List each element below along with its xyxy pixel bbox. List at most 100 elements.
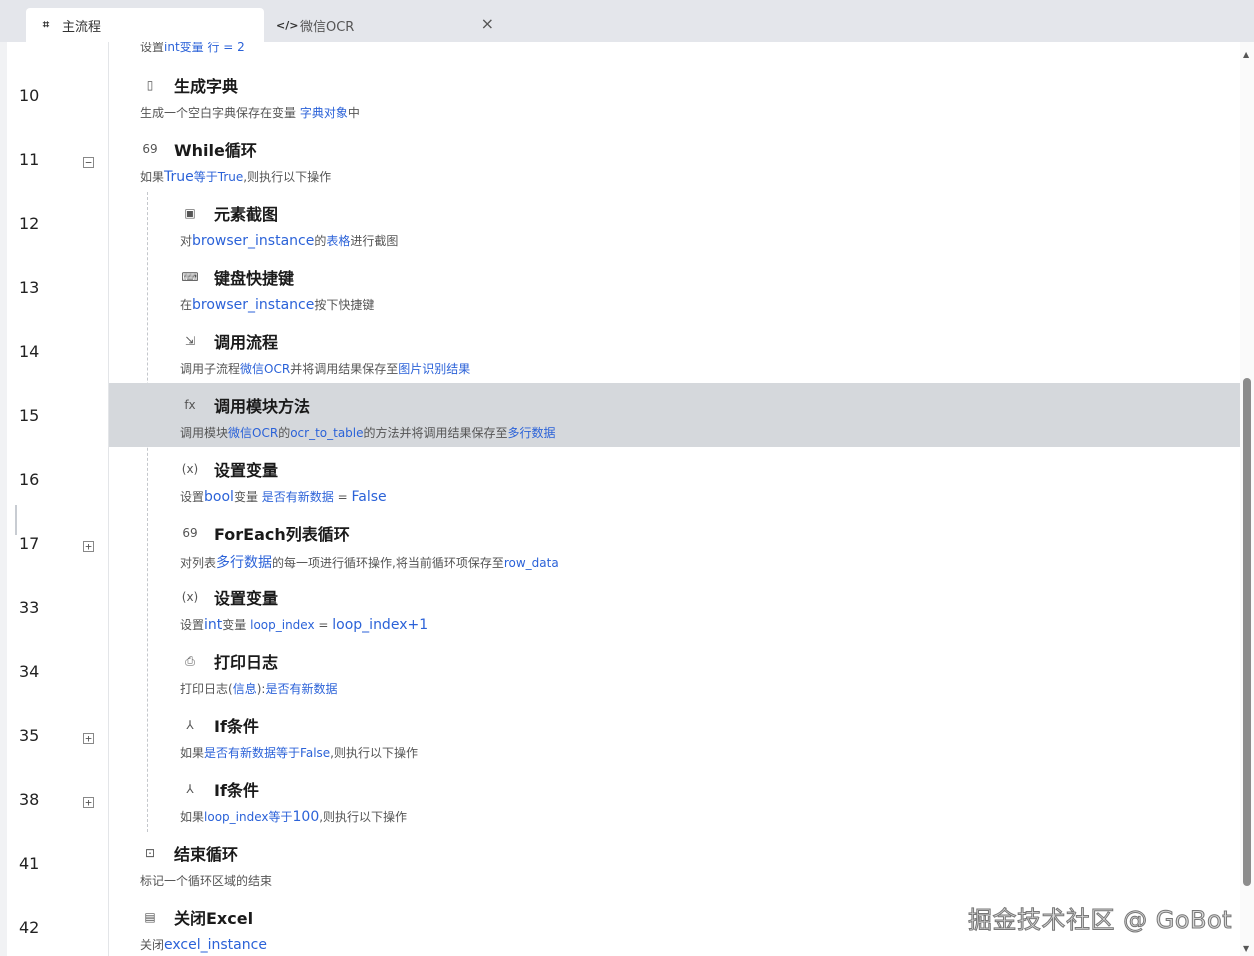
description-text: 打印日志( [180, 682, 233, 696]
scroll-down-arrow-icon[interactable]: ▼ [1243, 944, 1249, 953]
step-title: ⇲ 调用流程 [180, 329, 278, 353]
line-number: 42 [19, 918, 40, 937]
left-panel-edge [0, 42, 7, 956]
flow-icon: ⌗ [42, 18, 50, 31]
vertical-scrollbar[interactable]: ▲ ▼ [1240, 42, 1254, 956]
line-number: 41 [19, 854, 40, 873]
description-text: ,则执行以下操作 [319, 810, 408, 824]
parameter-token: True [217, 170, 244, 184]
parameter-token: 等于 [268, 810, 293, 824]
flow-step-row[interactable]: ⎙ 打印日志 打印日志(信息):是否有新数据 [109, 639, 1240, 703]
watermark: 掘金技术社区 @ GoBot [967, 906, 1233, 935]
expand-toggle[interactable]: + [83, 541, 94, 552]
parameter-token: 多行数据 [216, 555, 273, 571]
description-text: 如果 [180, 746, 205, 760]
loop-icon: 69 [182, 526, 198, 540]
step-description: 对列表多行数据的每一项进行循环操作,将当前循环项保存至row_data [180, 552, 559, 572]
screenshot-icon: ▣ [184, 206, 196, 220]
line-number: 33 [19, 598, 40, 617]
step-title-label: 设置变量 [214, 589, 279, 608]
flow-step-row[interactable]: (x) 设置变量 设置bool变量 是否有新数据 = False [109, 447, 1240, 511]
description-text: 设置 [180, 618, 205, 632]
line-number: 14 [19, 342, 40, 361]
flow-step-row[interactable]: 69 While循环 如果True等于True,则执行以下操作 [109, 127, 1240, 191]
step-title-label: 元素截图 [214, 205, 279, 224]
flow-step-row[interactable]: ⅄ If条件 如果loop_index等于100,则执行以下操作 [109, 767, 1240, 831]
description-text: 中 [347, 106, 360, 120]
flow-step-row[interactable]: 69 ForEach列表循环对列表多行数据的每一项进行循环操作,将当前循环项保存至… [109, 511, 1240, 575]
description-text: 按下快捷键 [314, 298, 375, 312]
flow-step-row[interactable]: fx 调用模块方法调用模块微信OCR的ocr_to_table的方法并将调用结果保… [109, 383, 1240, 447]
tab-main-flow[interactable]: ⌗ 主流程 [26, 8, 264, 42]
flow-step-row[interactable]: ▣ 元素截图对browser_instance的表格进行截图 [109, 191, 1240, 255]
step-title-label: If条件 [214, 717, 259, 736]
step-title-label: 关闭Excel [174, 909, 254, 928]
variable-icon: (x) [181, 462, 199, 476]
step-description: 如果True等于True,则执行以下操作 [140, 168, 331, 185]
flow-step-row[interactable]: ⇲ 调用流程 调用子流程微信OCR并将调用结果保存至图片识别结果 [109, 319, 1240, 383]
loop-icon: 69 [142, 142, 158, 156]
flow-editor: 设置int变量 行 = 2 ▯ 生成字典 生成一个空白字典保存在变量 字典对象中 69… [109, 42, 1240, 956]
branch-icon: ⅄ [186, 718, 194, 732]
line-number: 34 [19, 662, 40, 681]
resize-handle[interactable] [15, 505, 17, 535]
description-text: = [333, 490, 352, 504]
line-number-gutter: 10 11 − 12 13 14 15 16 17 +33 34 35 +38 +41 42 [7, 42, 109, 956]
scroll-up-arrow-icon[interactable]: ▲ [1243, 50, 1249, 59]
step-title-label: 打印日志 [214, 653, 279, 672]
flow-step-row[interactable]: ⅄ If条件 如果是否有新数据等于False,则执行以下操作 [109, 703, 1240, 767]
flow-step-row[interactable]: ▯ 生成字典 生成一个空白字典保存在变量 字典对象中 [109, 63, 1240, 127]
line-number: 17 [19, 534, 40, 553]
function-icon: fx [184, 398, 196, 412]
description-text: 如果 [140, 170, 165, 184]
description-text: ,则执行以下操作 [330, 746, 418, 760]
parameter-token: False [351, 489, 387, 505]
description-text: 生成一个空白字典保存在变量 [140, 106, 300, 120]
step-title-label: 调用模块方法 [214, 397, 311, 416]
tab-wechat-ocr[interactable]: </> 微信OCR × [266, 8, 506, 42]
expand-toggle[interactable]: + [83, 797, 94, 808]
line-number: 38 [19, 790, 40, 809]
description-text: 如果 [180, 810, 205, 824]
flow-step-row[interactable]: ⊡ 结束循环 标记一个循环区域的结束 [109, 831, 1240, 895]
step-title: 69 While循环 [140, 137, 257, 161]
scrollbar-thumb[interactable] [1243, 378, 1251, 886]
parameter-token: 多行数据 [507, 426, 556, 440]
parameter-token: False [300, 746, 331, 760]
tab-label: 主流程 [62, 19, 102, 35]
flow-step-row[interactable]: (x) 设置变量 设置int变量 loop_index = loop_index+1 [109, 575, 1240, 639]
close-icon[interactable]: × [481, 14, 494, 33]
step-title-label: ForEach列表循环 [214, 525, 350, 544]
flow-step-row[interactable]: ⌨ 键盘快捷键在browser_instance按下快捷键 [109, 255, 1240, 319]
parameter-token: row_data [503, 556, 559, 570]
step-title: ⌨ 键盘快捷键 [180, 265, 294, 289]
expand-toggle[interactable]: + [83, 733, 94, 744]
step-title: ⊡ 结束循环 [140, 841, 238, 865]
tab-label: 微信OCR [300, 19, 355, 35]
parameter-token: bool [204, 489, 234, 505]
parameter-token: browser_instance [192, 233, 315, 249]
printer-icon: ⎙ [185, 653, 195, 668]
step-title: ⅄ If条件 [180, 777, 259, 801]
line-number: 15 [19, 406, 40, 425]
line-number: 16 [19, 470, 40, 489]
step-description: 在browser_instance按下快捷键 [180, 296, 374, 313]
parameter-token: 等于 [193, 170, 218, 184]
step-title: ▤ 关闭Excel [140, 905, 253, 929]
collapse-toggle[interactable]: − [83, 157, 94, 168]
step-title-label: 结束循环 [174, 845, 239, 864]
parameter-token: 100 [292, 809, 320, 825]
step-description: 对browser_instance的表格进行截图 [180, 232, 398, 249]
description-text: 的方法并将调用结果保存至 [363, 426, 508, 440]
description-text: ,则执行以下操作 [243, 170, 332, 184]
step-title-label: While循环 [174, 141, 257, 160]
step-description: 调用模块微信OCR的ocr_to_table的方法并将调用结果保存至多行数据 [180, 424, 556, 441]
call-flow-icon: ⇲ [184, 334, 196, 348]
description-text: 变量 [222, 618, 251, 632]
step-title-label: 生成字典 [174, 77, 239, 96]
step-title: fx 调用模块方法 [180, 393, 310, 417]
parameter-token: 表格 [326, 234, 351, 248]
step-title: (x) 设置变量 [180, 457, 278, 481]
step-title: (x) 设置变量 [180, 585, 278, 609]
step-title: ⎙ 打印日志 [180, 649, 278, 673]
